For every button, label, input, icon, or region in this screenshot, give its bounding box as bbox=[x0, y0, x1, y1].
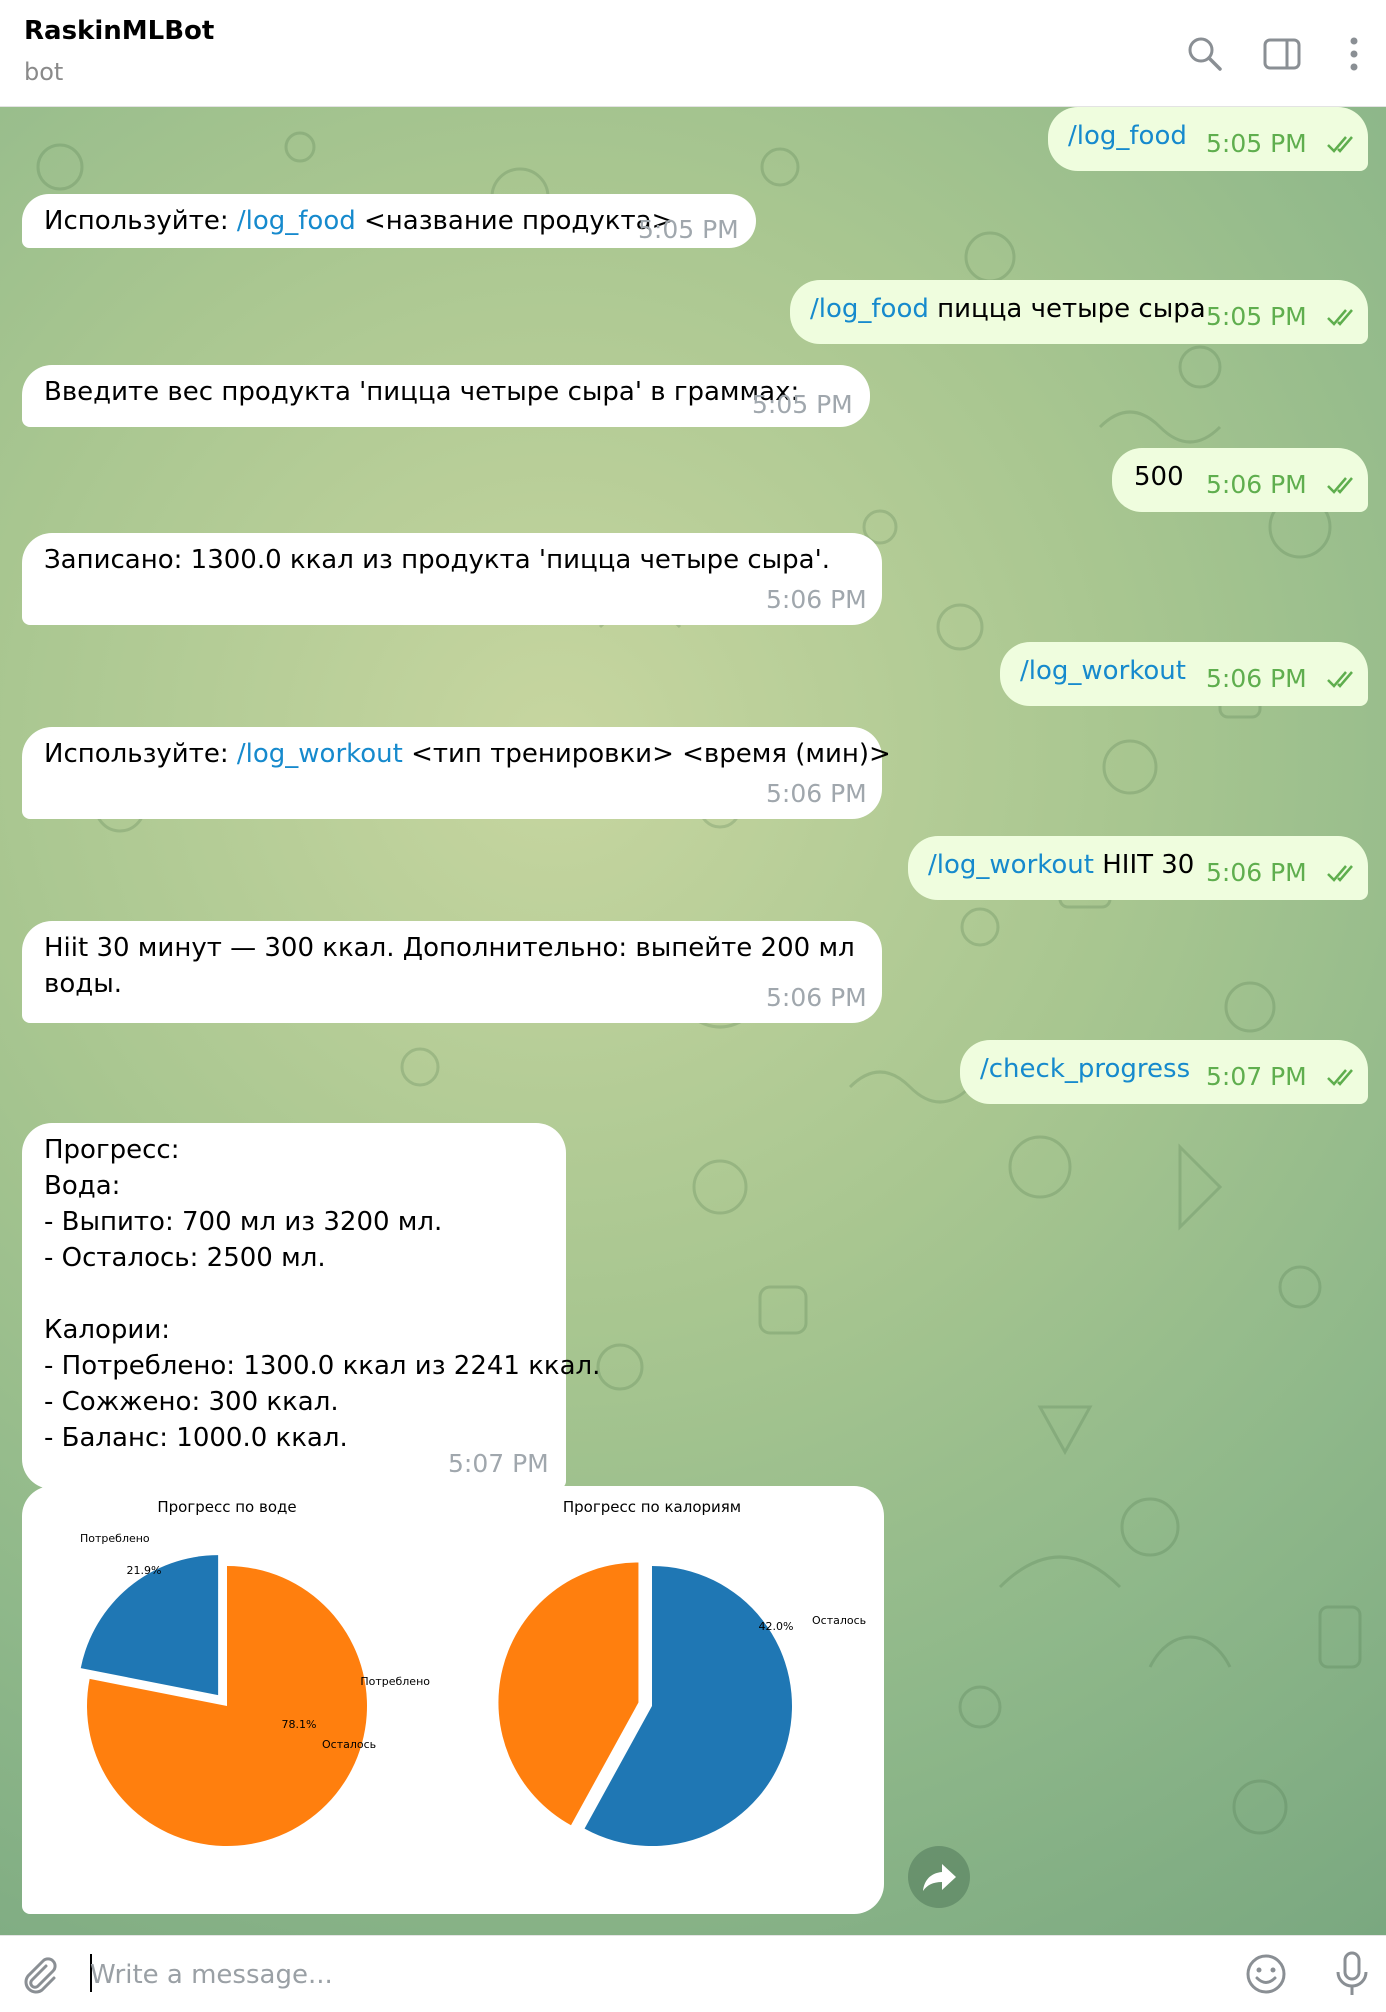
more-vertical-icon[interactable] bbox=[1334, 34, 1374, 74]
incoming-message[interactable]: Прогресс: Вода: - Выпито: 700 мл из 3200… bbox=[22, 1123, 600, 1489]
chart-title: Прогресс по калориям bbox=[563, 1498, 741, 1516]
message-text: Записано: 1300.0 ккал из продукта 'пицца… bbox=[44, 545, 831, 575]
message-input[interactable] bbox=[88, 1952, 1192, 1998]
message-text: <тип тренировки> <время (мин)> bbox=[402, 739, 891, 769]
slice-label: Потреблено bbox=[360, 1675, 430, 1688]
search-icon[interactable] bbox=[1185, 34, 1225, 74]
incoming-message[interactable]: Hiit 30 минут — 300 ккал. Дополнительно:… bbox=[22, 921, 882, 1023]
slice-percentage: 78.1% bbox=[282, 1718, 317, 1731]
message-time: 5:06 PM bbox=[766, 585, 867, 614]
message-text: Введите вес продукта 'пицца четыре сыра'… bbox=[44, 377, 800, 407]
message-time: 5:06 PM bbox=[1206, 858, 1307, 887]
message-line: - Выпито: 700 мл из 3200 мл. bbox=[44, 1207, 443, 1237]
slice-label: Осталось bbox=[812, 1614, 866, 1627]
bot-command-link[interactable]: /log_workout bbox=[237, 739, 403, 769]
message-line: Вода: bbox=[44, 1171, 121, 1201]
bot-command-link[interactable]: /log_food bbox=[237, 206, 356, 236]
message-line: Прогресс: bbox=[44, 1135, 180, 1165]
chat-title[interactable]: RaskinMLBot bbox=[24, 16, 214, 46]
slice-percentage: 42.0% bbox=[759, 1620, 794, 1633]
bot-command-link[interactable]: /check_progress bbox=[980, 1051, 1190, 1087]
chat-area: /log_food 5:05 PM Используйте: /log_food… bbox=[0, 107, 1386, 1935]
read-checkmarks-icon bbox=[1327, 671, 1353, 688]
message-line: Калории: bbox=[44, 1315, 170, 1345]
chart-image-message[interactable]: Прогресс по воде Потреблено 21.9% Осталось 7… bbox=[22, 1486, 884, 1914]
forward-icon bbox=[923, 1864, 956, 1891]
outgoing-message[interactable]: /log_workout HIIT 30 5:06 PM bbox=[908, 836, 1368, 900]
incoming-message[interactable]: Записано: 1300.0 ккал из продукта 'пицца… bbox=[22, 533, 882, 625]
incoming-message[interactable]: Используйте: /log_food <название продукт… bbox=[22, 194, 756, 248]
microphone-icon[interactable] bbox=[1332, 1950, 1372, 1998]
message-time: 5:05 PM bbox=[1206, 129, 1307, 158]
outgoing-message[interactable]: /log_workout 5:06 PM bbox=[1000, 642, 1368, 706]
message-text: 500 bbox=[1134, 462, 1184, 492]
outgoing-message[interactable]: 500 5:06 PM bbox=[1112, 448, 1368, 512]
read-checkmarks-icon bbox=[1327, 309, 1353, 326]
message-composer bbox=[0, 1935, 1386, 2012]
message-line: - Потреблено: 1300.0 ккал из 2241 ккал. bbox=[44, 1351, 601, 1381]
outgoing-message[interactable]: /log_food 5:05 PM bbox=[1048, 107, 1368, 171]
message-line: - Баланс: 1000.0 ккал. bbox=[44, 1423, 348, 1453]
slice-label: Осталось bbox=[322, 1738, 376, 1751]
read-checkmarks-icon bbox=[1327, 865, 1353, 882]
sidebar-toggle-icon[interactable] bbox=[1262, 34, 1302, 74]
chart-title: Прогресс по воде bbox=[157, 1498, 296, 1516]
message-line: - Сожжено: 300 ккал. bbox=[44, 1387, 339, 1417]
bot-command-link[interactable]: /log_workout bbox=[928, 850, 1094, 880]
message-time: 5:05 PM bbox=[638, 215, 739, 244]
read-checkmarks-icon bbox=[1327, 477, 1353, 494]
read-checkmarks-icon bbox=[1327, 1069, 1353, 1086]
outgoing-message[interactable]: /check_progress 5:07 PM bbox=[960, 1040, 1368, 1104]
message-time: 5:06 PM bbox=[766, 779, 867, 808]
chat-status: bot bbox=[24, 58, 64, 86]
bot-command-link[interactable]: /log_workout bbox=[1020, 653, 1186, 689]
message-time: 5:07 PM bbox=[1206, 1062, 1307, 1091]
message-time: 5:06 PM bbox=[1206, 470, 1307, 499]
slice-label: Потреблено bbox=[80, 1532, 150, 1545]
message-time: 5:06 PM bbox=[1206, 664, 1307, 693]
forward-button[interactable] bbox=[908, 1846, 970, 1908]
pie-charts: Прогресс по воде Потреблено 21.9% Осталось 7… bbox=[80, 1498, 866, 1846]
message-text: пицца четыре сыра bbox=[928, 294, 1206, 324]
message-text: <название продукта> bbox=[355, 206, 674, 236]
message-line: - Осталось: 2500 мл. bbox=[44, 1243, 326, 1273]
message-text: HIIT 30 bbox=[1093, 850, 1195, 880]
message-text: Используйте: bbox=[44, 206, 237, 236]
attach-icon[interactable] bbox=[18, 1954, 58, 1994]
emoji-icon[interactable] bbox=[1244, 1952, 1288, 1996]
message-text: воды. bbox=[44, 969, 122, 999]
outgoing-message[interactable]: /log_food пицца четыре сыра 5:05 PM bbox=[790, 280, 1368, 344]
incoming-message[interactable]: Введите вес продукта 'пицца четыре сыра'… bbox=[22, 365, 870, 427]
chat-header: RaskinMLBot bot bbox=[0, 0, 1386, 107]
message-time: 5:06 PM bbox=[766, 983, 867, 1012]
message-time: 5:05 PM bbox=[1206, 302, 1307, 331]
message-time: 5:07 PM bbox=[448, 1449, 549, 1478]
bot-command-link[interactable]: /log_food bbox=[1068, 118, 1187, 154]
bot-command-link[interactable]: /log_food bbox=[810, 294, 929, 324]
read-checkmarks-icon bbox=[1327, 136, 1353, 153]
message-time: 5:05 PM bbox=[752, 390, 853, 419]
message-text: Hiit 30 минут — 300 ккал. Дополнительно:… bbox=[44, 933, 855, 963]
slice-percentage: 21.9% bbox=[127, 1564, 162, 1577]
incoming-message[interactable]: Используйте: /log_workout <тип тренировк… bbox=[22, 727, 891, 819]
message-text: Используйте: bbox=[44, 739, 237, 769]
